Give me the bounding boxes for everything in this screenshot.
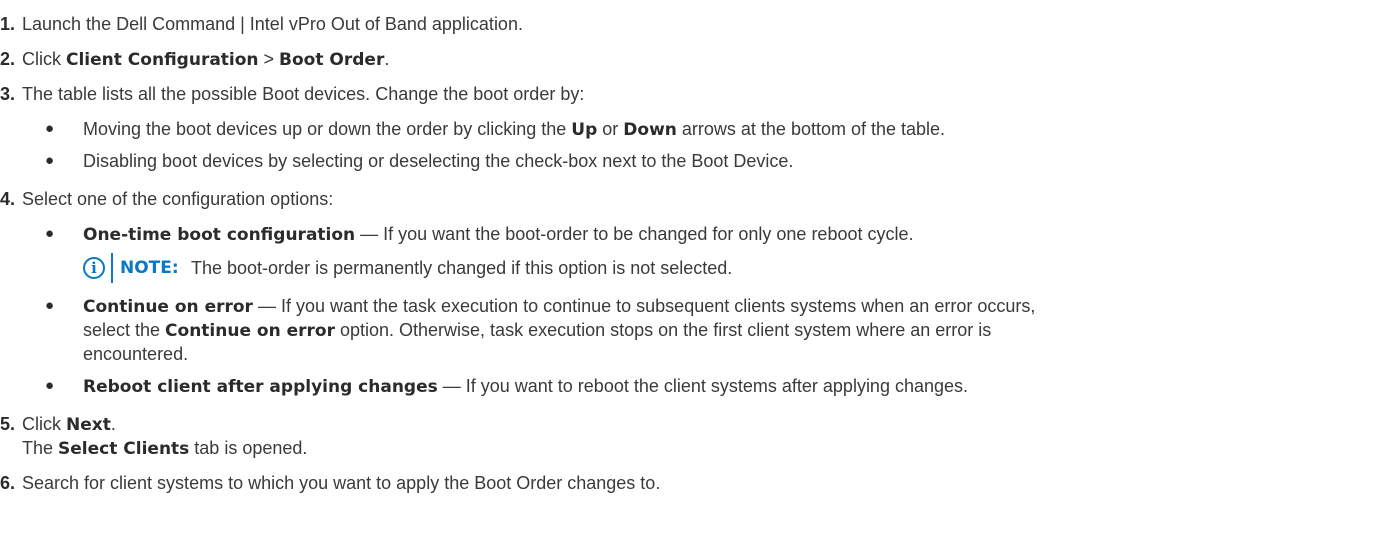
step-text: Click Client Configuration > Boot Order. (22, 49, 390, 70)
step-number: 1. (0, 14, 16, 34)
step-number: 3. (0, 84, 16, 104)
info-icon: i (83, 257, 105, 279)
note-label: NOTE: (120, 258, 179, 278)
step-number: 4. (0, 189, 16, 209)
note-divider (111, 253, 113, 283)
bullet-text: One-time boot configuration — If you wan… (83, 224, 914, 245)
note-text: The boot-order is permanently changed if… (191, 258, 733, 278)
step-text: The table lists all the possible Boot de… (22, 84, 585, 104)
bullet-icon: ● (45, 377, 55, 394)
bullet-icon: ● (45, 152, 55, 169)
step-number: 5. (0, 414, 16, 434)
bullet-icon: ● (45, 120, 55, 137)
step-text: Launch the Dell Command | Intel vPro Out… (22, 14, 523, 34)
bullet-icon: ● (45, 225, 55, 242)
bullet-text: Disabling boot devices by selecting or d… (83, 151, 794, 171)
step-text: Search for client systems to which you w… (22, 473, 661, 493)
bullet-icon: ● (45, 297, 55, 314)
bullet-text: Moving the boot devices up or down the o… (83, 119, 946, 140)
step-number: 2. (0, 49, 16, 69)
bullet-text: Reboot client after applying changes — I… (83, 376, 969, 397)
step-number: 6. (0, 473, 16, 493)
bullet-text: Continue on error — If you want the task… (83, 296, 1036, 317)
step-text: Select one of the configuration options: (22, 189, 334, 209)
step-text: Click Next. (22, 414, 116, 435)
